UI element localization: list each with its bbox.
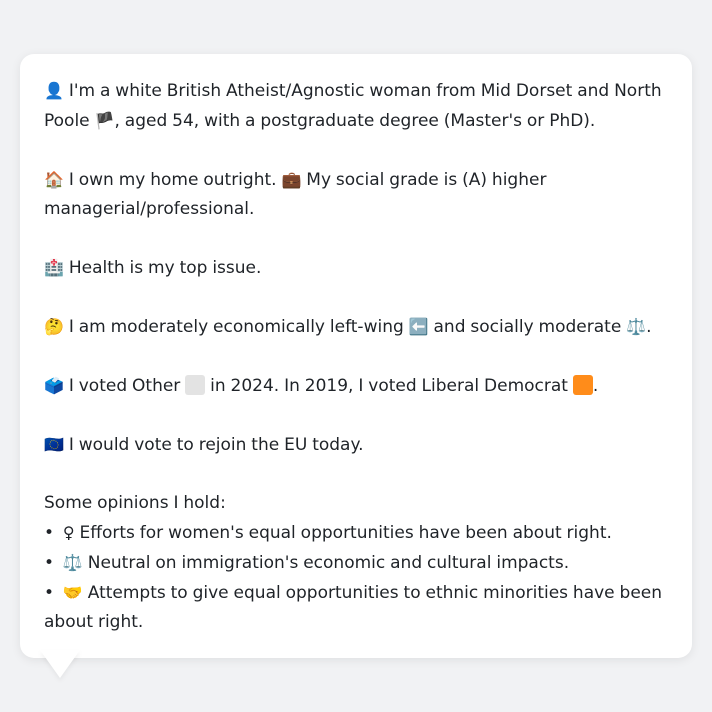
opinion-text: Efforts for women's equal opportunities … <box>79 523 612 543</box>
list-item: • 🤝 Attempts to give equal opportunities… <box>44 578 668 637</box>
opinions-list: • ♀ Efforts for women's equal opportunit… <box>44 518 668 637</box>
balance-scale-icon: ⚖️ <box>62 553 83 572</box>
other-party-swatch-icon <box>185 375 206 395</box>
opinion-text-cont: about right. <box>44 612 144 632</box>
vote-2024-text: I voted Other <box>68 376 181 396</box>
issue-text: Health is my top issue. <box>68 258 262 278</box>
speech-bubble-tail <box>40 650 80 678</box>
vote-end: . <box>592 376 599 396</box>
ballot-box-icon: 🗳️ <box>44 376 64 395</box>
opinions-heading: Some opinions I hold: <box>44 493 226 513</box>
ideology-end: . <box>646 317 652 337</box>
libdem-swatch-icon <box>572 375 593 395</box>
home-paragraph: 🏠 I own my home outright. 💼 My social gr… <box>44 165 668 224</box>
female-sign-icon: ♀ <box>62 523 75 542</box>
eu-paragraph: 🇪🇺 I would vote to rejoin the EU today. <box>44 430 668 460</box>
identity-paragraph: 👤 I'm a white British Atheist/Agnostic w… <box>44 76 668 136</box>
opinion-text: Attempts to give equal opportunities to … <box>87 583 663 603</box>
person-icon: 👤 <box>44 81 64 100</box>
opinion-text: Neutral on immigration's economic and cu… <box>87 553 570 573</box>
ideology-paragraph: 🤔 I am moderately economically left-wing… <box>44 312 668 342</box>
issue-paragraph: 🏥 Health is my top issue. <box>44 253 668 283</box>
social-text: and socially moderate <box>433 317 622 337</box>
persona-message-card: 👤 I'm a white British Atheist/Agnostic w… <box>20 54 692 658</box>
balance-scale-icon: ⚖️ <box>626 317 647 336</box>
list-item: • ⚖️ Neutral on immigration's economic a… <box>44 548 668 578</box>
bullet: • <box>44 523 55 543</box>
handshake-icon: 🤝 <box>62 583 83 602</box>
bullet: • <box>44 583 55 603</box>
list-item: • ♀ Efforts for women's equal opportunit… <box>44 518 668 548</box>
social-grade-text-cont: managerial/professional. <box>44 199 255 219</box>
identity-text-cont: Poole <box>44 111 90 131</box>
social-grade-text: My social grade is (A) higher <box>306 170 547 190</box>
house-icon: 🏠 <box>44 170 64 189</box>
economic-text: I am moderately economically left-wing <box>68 317 404 337</box>
identity-text-end: , aged 54, with a postgraduate degree (M… <box>114 111 596 131</box>
vote-2019-text: in 2024. In 2019, I voted Liberal Democr… <box>210 376 568 396</box>
left-arrow-icon: ⬅️ <box>408 317 429 336</box>
hospital-icon: 🏥 <box>44 258 64 277</box>
home-text: I own my home outright. <box>68 170 277 190</box>
eu-flag-icon: 🇪🇺 <box>44 435 64 454</box>
briefcase-icon: 💼 <box>281 170 302 189</box>
bullet: • <box>44 553 55 573</box>
eu-text: I would vote to rejoin the EU today. <box>68 435 364 455</box>
england-flag-icon: 🏴 <box>94 111 115 130</box>
vote-paragraph: 🗳️ I voted Other in 2024. In 2019, I vot… <box>44 371 668 401</box>
thinking-face-icon: 🤔 <box>44 317 64 336</box>
identity-text: I'm a white British Atheist/Agnostic wom… <box>68 81 662 101</box>
